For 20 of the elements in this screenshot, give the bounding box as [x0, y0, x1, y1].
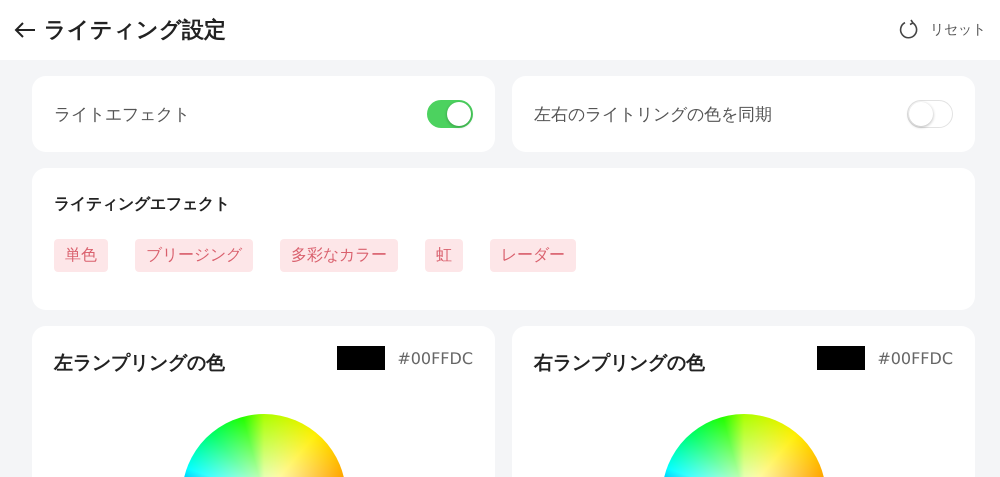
hex-value: #00FFDC — [877, 348, 953, 368]
hex-value: #00FFDC — [397, 348, 473, 368]
effect-chip[interactable]: ブリージング — [135, 239, 253, 272]
back-arrow-icon[interactable] — [14, 21, 36, 39]
effect-chip[interactable]: 単色 — [54, 239, 108, 272]
effect-chip[interactable]: 多彩なカラー — [280, 239, 398, 272]
setting-label: ライトエフェクト — [54, 104, 190, 126]
page-title: ライティング設定 — [44, 16, 226, 45]
color-swatch[interactable] — [817, 346, 866, 370]
reset-icon — [898, 19, 920, 41]
toggle-switch[interactable] — [907, 100, 953, 128]
section-title: 右ランプリングの色 — [534, 351, 705, 376]
toggle-switch[interactable] — [427, 100, 473, 128]
effect-chip[interactable]: 虹 — [425, 239, 463, 272]
section-title: 左ランプリングの色 — [54, 351, 225, 376]
section-title: ライティングエフェクト — [54, 194, 231, 215]
color-swatch[interactable] — [337, 346, 386, 370]
reset-button[interactable]: リセット — [894, 15, 990, 45]
setting-label: 左右のライトリングの色を同期 — [534, 104, 772, 126]
effect-chip[interactable]: レーダー — [490, 239, 576, 272]
